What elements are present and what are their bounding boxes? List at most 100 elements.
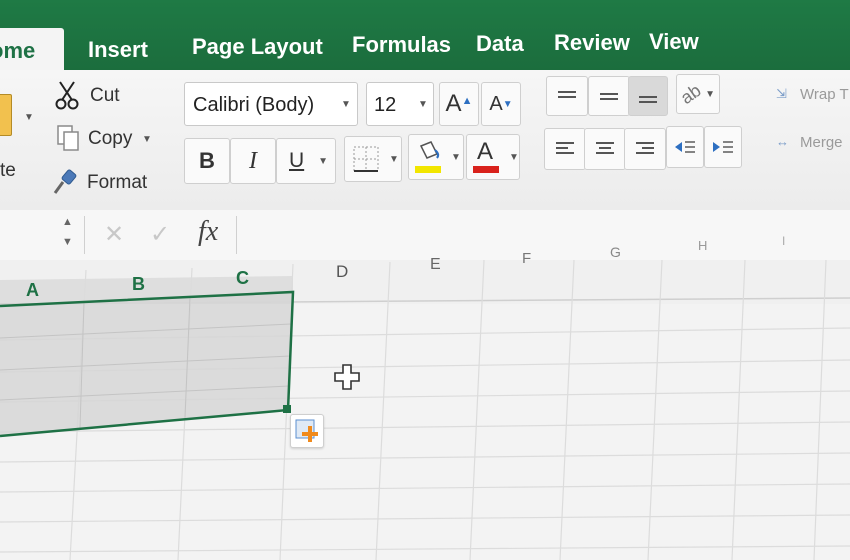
- enter-icon[interactable]: ✓: [150, 220, 170, 249]
- merge-button[interactable]: ↔ Merge: [770, 128, 850, 158]
- font-color-button[interactable]: A ▼: [466, 134, 520, 180]
- align-left-icon: [556, 142, 574, 154]
- bold-label: B: [199, 148, 215, 173]
- font-family-select[interactable]: Calibri (Body) ▼: [184, 82, 358, 126]
- font-color-dropdown-icon: ▼: [509, 151, 519, 163]
- tab-page-layout[interactable]: Page Layout: [192, 34, 323, 60]
- worksheet-grid[interactable]: A B C D E F G H I: [0, 234, 850, 560]
- font-family-value: Calibri (Body): [193, 94, 315, 116]
- align-bottom-button[interactable]: [628, 76, 668, 116]
- column-header-b[interactable]: B: [132, 274, 145, 295]
- italic-button[interactable]: I: [230, 138, 276, 184]
- fill-color-dropdown-icon: ▼: [451, 151, 461, 163]
- align-left-button[interactable]: [544, 128, 586, 170]
- column-header-i[interactable]: I: [782, 234, 785, 248]
- paint-bucket-icon: [415, 140, 443, 174]
- merge-label: Merge: [800, 134, 843, 151]
- font-color-label: A: [477, 138, 494, 165]
- tab-data[interactable]: Data: [476, 31, 524, 57]
- align-center-button[interactable]: [584, 128, 626, 170]
- paste-dropdown-icon: ▼: [24, 112, 34, 123]
- cut-button[interactable]: Cut: [54, 80, 144, 112]
- quick-analysis-icon: [295, 419, 318, 442]
- font-size-select[interactable]: 12 ▼: [366, 82, 434, 126]
- font-size-value: 12: [374, 94, 397, 116]
- column-header-f[interactable]: F: [522, 250, 531, 267]
- borders-button[interactable]: ▼: [344, 136, 402, 182]
- ribbon-home: ▼ te Cut Copy ▼ Format Calibri (Body) ▼ …: [0, 70, 850, 211]
- align-bottom-icon: [639, 96, 657, 103]
- copy-dropdown-icon: ▼: [142, 134, 152, 145]
- formula-input[interactable]: [236, 216, 850, 254]
- name-box-stepper[interactable]: ▲ ▼: [58, 214, 80, 256]
- increase-indent-icon: [713, 141, 733, 153]
- tab-review[interactable]: Review: [554, 30, 630, 56]
- orientation-icon: ab: [676, 79, 705, 108]
- decrease-font-size-button[interactable]: A ▼: [481, 82, 521, 126]
- column-header-h[interactable]: H: [698, 238, 707, 253]
- wrap-text-button[interactable]: ⇲ Wrap T: [770, 80, 850, 110]
- tab-home[interactable]: ome: [0, 28, 64, 76]
- column-header-e[interactable]: E: [430, 256, 441, 274]
- increase-font-size-label: A: [445, 90, 462, 117]
- decrease-indent-icon: [675, 141, 695, 153]
- clipboard-icon: [0, 94, 12, 136]
- wrap-text-label: Wrap T: [800, 86, 849, 103]
- cancel-icon[interactable]: ✕: [104, 220, 124, 249]
- align-center-icon: [596, 142, 614, 154]
- align-top-icon: [558, 91, 576, 98]
- triangle-up-icon: ▲: [461, 95, 473, 107]
- borders-icon: [353, 146, 379, 172]
- orientation-button[interactable]: ab ▼: [676, 74, 720, 114]
- tab-view[interactable]: View: [649, 29, 699, 55]
- decrease-font-size-label: A: [489, 92, 503, 115]
- increase-font-size-button[interactable]: A ▲: [439, 82, 479, 126]
- selection-range[interactable]: [0, 260, 300, 440]
- column-header-c[interactable]: C: [236, 268, 249, 289]
- italic-label: I: [249, 147, 257, 174]
- cell-cursor-icon: [334, 364, 360, 390]
- borders-dropdown-icon: ▼: [389, 153, 399, 165]
- column-header-d[interactable]: D: [336, 262, 348, 282]
- paste-label: te: [0, 160, 16, 181]
- merge-icon: ↔: [776, 134, 789, 149]
- column-header-g[interactable]: G: [610, 244, 621, 260]
- column-header-a[interactable]: A: [26, 280, 39, 301]
- tab-home-label: ome: [0, 38, 36, 63]
- triangle-down-icon: ▼: [502, 98, 513, 110]
- font-color-icon: A: [473, 138, 501, 174]
- underline-label: U: [289, 149, 305, 172]
- scissors-icon: [55, 81, 79, 110]
- wrap-text-icon: ⇲: [776, 86, 787, 101]
- align-right-icon: [636, 142, 654, 154]
- quick-analysis-button[interactable]: [290, 414, 324, 448]
- arrow-down-icon: ▼: [62, 236, 73, 248]
- format-label: Format: [87, 172, 148, 193]
- copy-icon: [57, 125, 79, 151]
- cut-label: Cut: [90, 85, 120, 106]
- copy-label: Copy: [88, 128, 133, 149]
- formula-bar-divider: [84, 216, 85, 254]
- decrease-indent-button[interactable]: [666, 126, 704, 168]
- font-size-dropdown-icon: ▼: [418, 99, 428, 110]
- underline-dropdown-icon: ▼: [318, 155, 329, 167]
- increase-indent-button[interactable]: [704, 126, 742, 168]
- paste-button[interactable]: ▼ te: [0, 80, 40, 190]
- tab-formulas[interactable]: Formulas: [352, 32, 451, 58]
- align-top-button[interactable]: [546, 76, 588, 116]
- align-right-button[interactable]: [624, 128, 666, 170]
- format-painter-button[interactable]: Format: [50, 168, 160, 200]
- orientation-dropdown-icon: ▼: [705, 88, 715, 100]
- tab-insert[interactable]: Insert: [88, 37, 148, 63]
- fx-button[interactable]: fx: [198, 216, 218, 248]
- fill-color-button[interactable]: ▼: [408, 134, 464, 180]
- copy-button[interactable]: Copy ▼: [54, 124, 158, 156]
- fill-color-swatch: [415, 166, 441, 173]
- formula-bar: ▲ ▼ ✕ ✓ fx: [0, 210, 850, 261]
- arrow-up-icon: ▲: [62, 216, 73, 228]
- font-family-dropdown-icon: ▼: [341, 99, 351, 110]
- font-color-swatch: [473, 166, 499, 173]
- underline-button[interactable]: U ▼: [276, 138, 336, 184]
- bold-button[interactable]: B: [184, 138, 230, 184]
- align-middle-button[interactable]: [588, 76, 630, 116]
